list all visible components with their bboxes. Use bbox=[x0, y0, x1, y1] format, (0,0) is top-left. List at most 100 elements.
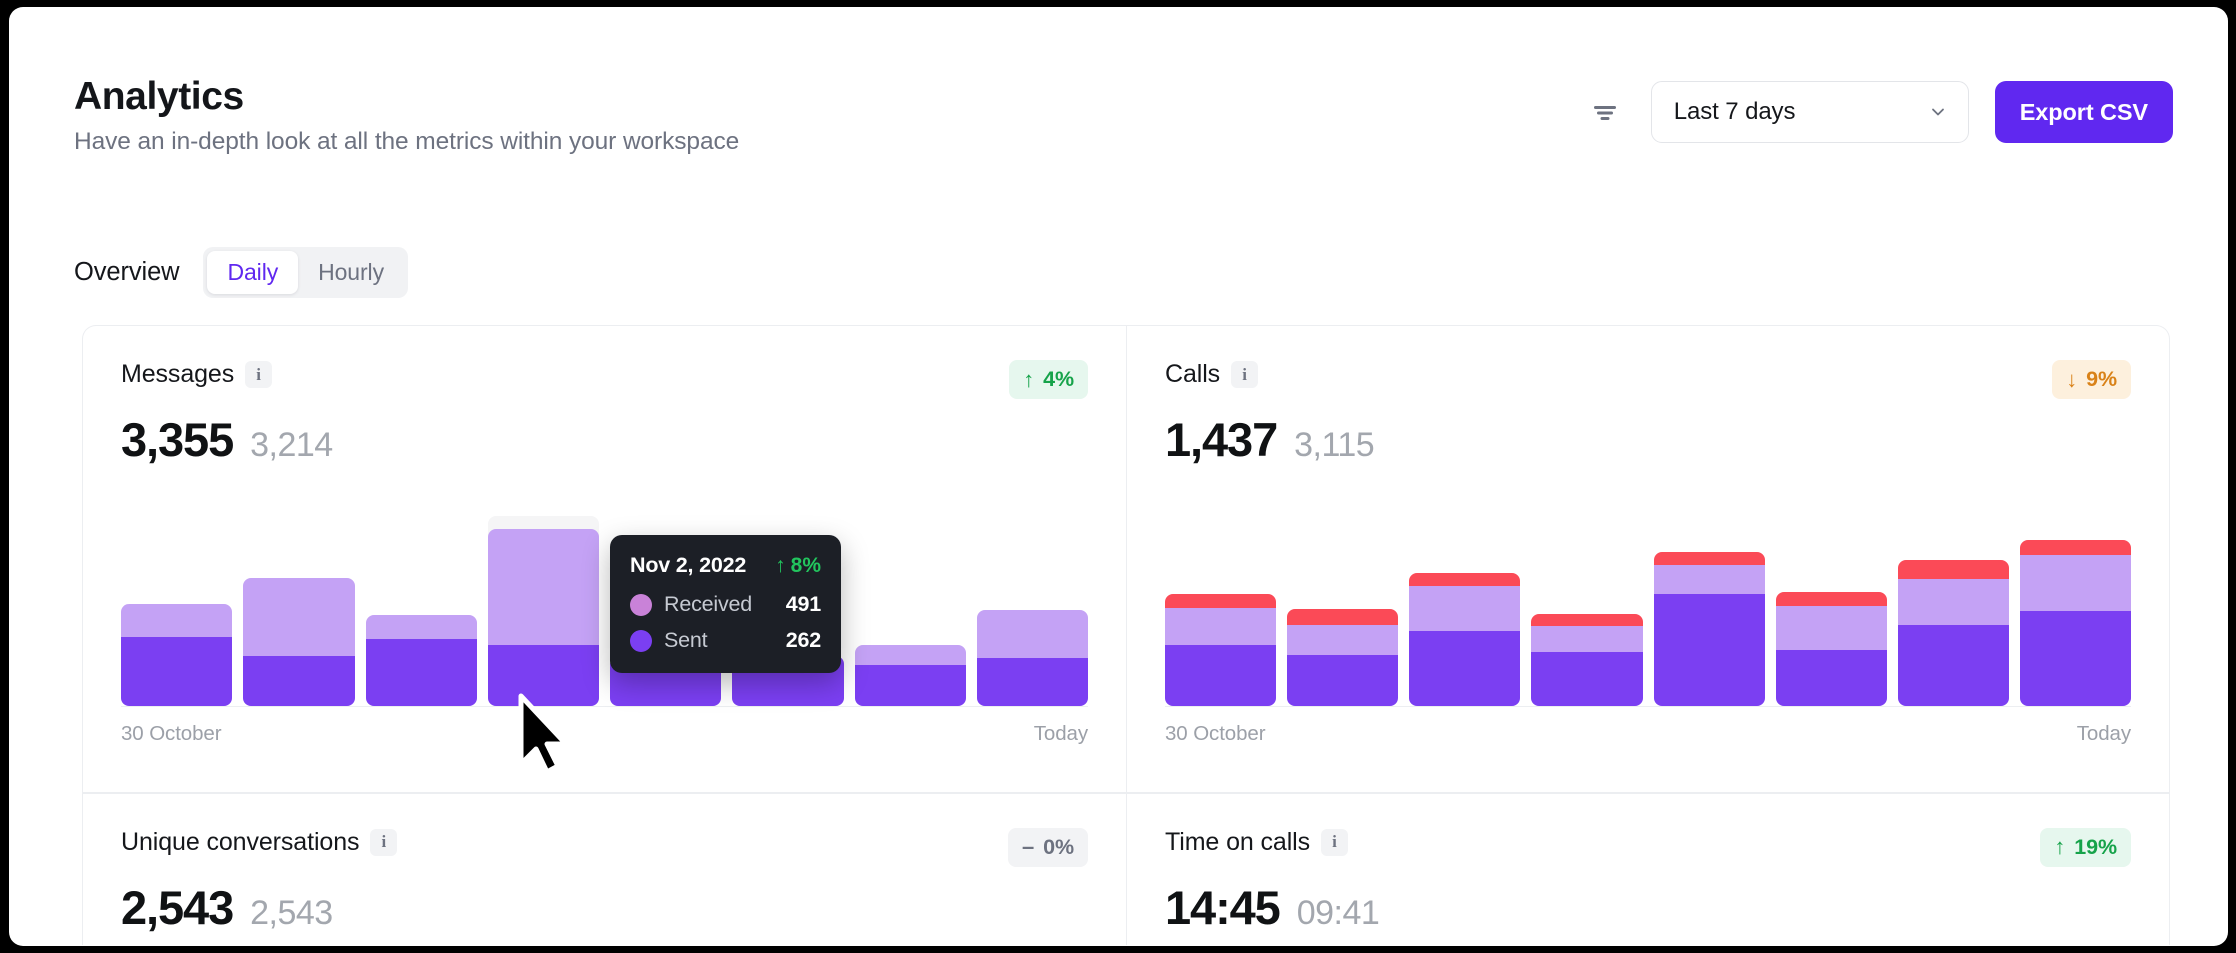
bar-column[interactable] bbox=[2019, 516, 2131, 706]
card-time-on-calls: Time on calls i ↑ 19% 14:45 09:41 bbox=[1126, 793, 2169, 945]
tooltip-value: 491 bbox=[785, 592, 821, 616]
metric-row: 3,355 3,214 bbox=[121, 416, 1088, 463]
card-header: Time on calls i ↑ 19% bbox=[1165, 827, 2131, 867]
card-unique-conversations: Unique conversations i – 0% 2,543 2,543 bbox=[83, 794, 1126, 946]
tooltip-row-received: Received 491 bbox=[630, 592, 821, 617]
tooltip-header: Nov 2, 2022 ↑ 8% bbox=[630, 553, 821, 578]
filter-button[interactable] bbox=[1585, 92, 1625, 132]
page-subtitle: Have an in-depth look at all the metrics… bbox=[74, 128, 740, 155]
date-range-value: Last 7 days bbox=[1673, 98, 1796, 125]
dash-icon: – bbox=[1021, 834, 1035, 859]
bar-stack bbox=[1165, 594, 1277, 706]
bar-column[interactable] bbox=[365, 516, 477, 706]
bar-stack bbox=[1531, 614, 1643, 706]
info-icon[interactable]: i bbox=[1231, 361, 1259, 388]
title-block: Analytics Have an in-depth look at all t… bbox=[74, 75, 739, 157]
bar-segment-sent bbox=[1775, 650, 1887, 706]
tab-hourly[interactable]: Hourly bbox=[298, 251, 404, 294]
bar-column[interactable] bbox=[1897, 516, 2009, 706]
chart-tooltip: Nov 2, 2022 ↑ 8% Received 491 Sent 262 bbox=[610, 535, 841, 673]
metric-previous-value: 2,543 bbox=[250, 893, 333, 932]
metric-previous-value: 09:41 bbox=[1296, 893, 1380, 932]
info-icon[interactable]: i bbox=[1321, 828, 1349, 856]
bar-stack bbox=[2019, 539, 2131, 706]
tooltip-date: Nov 2, 2022 bbox=[630, 553, 747, 577]
card-title: Messages bbox=[121, 360, 235, 388]
bar-segment-sent bbox=[1897, 624, 2009, 706]
messages-bars bbox=[121, 516, 1088, 706]
tooltip-value: 262 bbox=[785, 628, 821, 652]
segmented-control: Daily Hourly bbox=[203, 247, 408, 298]
bar-segment-missed bbox=[1653, 552, 1765, 566]
arrow-up-icon: ↑ bbox=[1023, 366, 1035, 392]
bar-segment-sent bbox=[1653, 594, 1765, 706]
info-icon[interactable]: i bbox=[245, 361, 273, 388]
bar-column[interactable] bbox=[1165, 516, 1277, 706]
app-window: Analytics Have an in-depth look at all t… bbox=[9, 7, 2228, 946]
bar-segment-received bbox=[1653, 565, 1765, 595]
bar-column[interactable] bbox=[243, 516, 355, 706]
card-title: Unique conversations bbox=[121, 827, 360, 856]
bar-column[interactable] bbox=[976, 516, 1088, 706]
calls-bar-chart: 30 October Today bbox=[1165, 504, 2131, 754]
bar-stack bbox=[121, 603, 233, 706]
card-messages: Messages i ↑ 4% 3,355 3,214 30 October T… bbox=[83, 326, 1126, 792]
card-title: Calls bbox=[1165, 360, 1221, 388]
tooltip-label: Received bbox=[664, 592, 753, 616]
arrow-up-icon: ↑ bbox=[775, 553, 786, 577]
metric-row: 2,543 2,543 bbox=[121, 884, 1088, 931]
overview-label: Overview bbox=[74, 258, 180, 286]
export-csv-button[interactable]: Export CSV bbox=[1994, 81, 2173, 143]
bar-segment-missed bbox=[1531, 614, 1643, 627]
status-badge: ↑ 4% bbox=[1009, 360, 1088, 399]
badge-value: 4% bbox=[1043, 367, 1074, 391]
bar-segment-missed bbox=[1287, 609, 1399, 625]
bar-segment-sent bbox=[1165, 644, 1277, 706]
card-calls: Calls i ↓ 9% 1,437 3,115 30 October Toda… bbox=[1126, 326, 2169, 792]
badge-value: 0% bbox=[1043, 834, 1074, 859]
tooltip-delta-value: 8% bbox=[790, 553, 821, 577]
metric-row: 1,437 3,115 bbox=[1165, 416, 2131, 463]
metrics-row-top: Messages i ↑ 4% 3,355 3,214 30 October T… bbox=[83, 326, 2169, 792]
bar-segment-missed bbox=[1775, 591, 1887, 606]
bar-segment-received bbox=[1287, 624, 1399, 656]
info-icon[interactable]: i bbox=[370, 828, 398, 856]
bar-stack bbox=[243, 578, 355, 706]
bar-column[interactable] bbox=[121, 516, 233, 706]
metrics-row-bottom: Unique conversations i – 0% 2,543 2,543 bbox=[83, 793, 2169, 946]
bar-column[interactable] bbox=[1409, 516, 1521, 706]
bar-column[interactable] bbox=[1287, 516, 1399, 706]
bar-segment-sent bbox=[1287, 655, 1399, 706]
bar-segment-missed bbox=[1409, 572, 1521, 586]
bar-stack bbox=[854, 645, 966, 706]
axis-line bbox=[1165, 705, 2131, 707]
tooltip-label: Sent bbox=[664, 628, 708, 652]
card-header: Messages i ↑ 4% bbox=[121, 360, 1088, 399]
axis-label-start: 30 October bbox=[1165, 722, 1266, 745]
messages-bar-chart: 30 October Today bbox=[121, 504, 1088, 754]
bar-column[interactable] bbox=[1775, 516, 1887, 706]
metric-row: 14:45 09:41 bbox=[1165, 884, 2131, 931]
metric-previous-value: 3,115 bbox=[1294, 426, 1375, 464]
bar-column[interactable] bbox=[487, 516, 599, 706]
date-range-select[interactable]: Last 7 days bbox=[1650, 81, 1969, 143]
bar-stack bbox=[1653, 552, 1765, 706]
bar-stack bbox=[1775, 591, 1887, 706]
bar-segment-sent bbox=[1531, 651, 1643, 706]
status-badge: ↑ 19% bbox=[2040, 827, 2131, 867]
bar-column[interactable] bbox=[1653, 516, 1765, 706]
bar-column[interactable] bbox=[854, 516, 966, 706]
bar-column[interactable] bbox=[1531, 516, 1643, 706]
status-badge: ↓ 9% bbox=[2052, 360, 2131, 399]
card-header: Unique conversations i – 0% bbox=[121, 827, 1088, 867]
metric-previous-value: 3,214 bbox=[250, 426, 333, 464]
bar-segment-sent bbox=[854, 664, 966, 706]
arrow-down-icon: ↓ bbox=[2066, 366, 2078, 392]
bar-segment-missed bbox=[1897, 560, 2009, 579]
bar-stack bbox=[1897, 560, 2009, 706]
bar-segment-missed bbox=[1165, 594, 1277, 608]
metric-value: 2,543 bbox=[121, 880, 234, 934]
tab-daily[interactable]: Daily bbox=[207, 251, 299, 294]
bar-stack bbox=[365, 614, 477, 706]
bar-segment-received bbox=[365, 614, 477, 640]
